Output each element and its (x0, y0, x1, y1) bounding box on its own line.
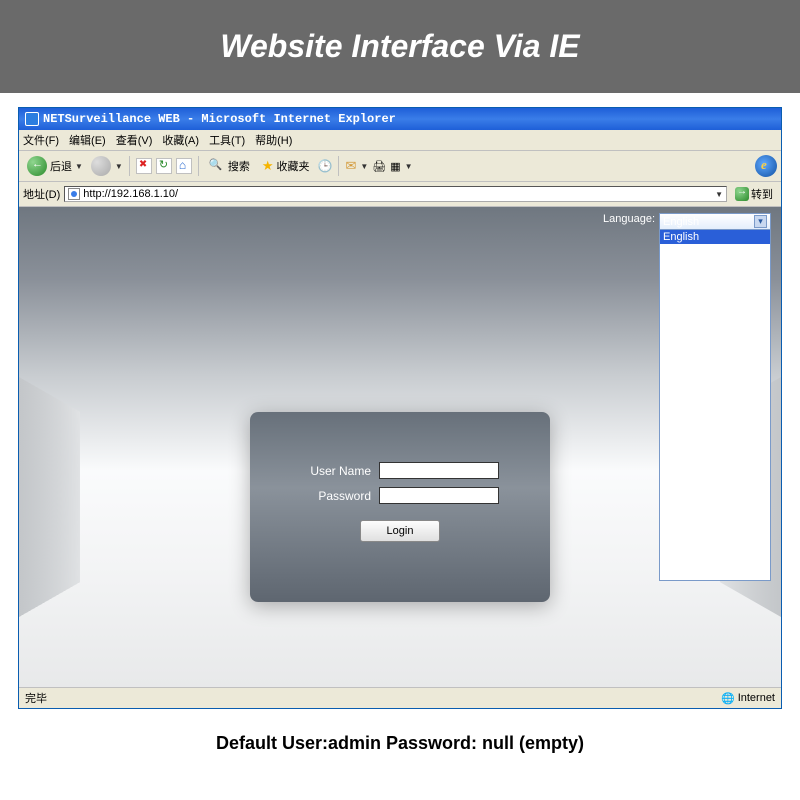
language-option[interactable]: العربية (660, 538, 770, 552)
chevron-down-icon: ▼ (75, 162, 83, 171)
language-option[interactable]: 简体中文 (660, 328, 770, 342)
footer-caption: Default User:admin Password: null (empty… (0, 733, 800, 754)
separator (129, 156, 130, 176)
mail-button[interactable] (345, 157, 356, 175)
language-label: Language: (603, 213, 655, 225)
go-arrow-icon (735, 187, 749, 201)
language-option[interactable]: PORTUGUÊ (660, 300, 770, 314)
menu-bar: 文件(F) 编辑(E) 查看(V) 收藏(A) 工具(T) 帮助(H) (19, 130, 781, 151)
language-option[interactable]: English (660, 230, 770, 244)
language-option[interactable]: ESPAÑOL (660, 342, 770, 356)
language-option[interactable]: TüRKİYE (660, 398, 770, 412)
stop-button[interactable] (136, 158, 152, 174)
search-icon (209, 158, 225, 174)
language-option[interactable]: Italian (660, 272, 770, 286)
chevron-down-icon[interactable]: ▾ (754, 215, 767, 228)
search-button[interactable]: 搜索 (205, 156, 254, 176)
password-input[interactable] (379, 487, 499, 504)
search-label: 搜索 (228, 158, 250, 174)
password-label: Password (301, 489, 371, 503)
page-banner: Website Interface Via IE (0, 0, 800, 93)
login-button[interactable]: Login (360, 520, 440, 542)
language-option[interactable]: čeština (660, 566, 770, 580)
language-option[interactable]: Română (660, 412, 770, 426)
language-option[interactable]: РУССКИЙ (660, 314, 770, 328)
window-title: NETSurveillance WEB - Microsoft Internet… (43, 112, 396, 126)
page-icon (68, 188, 80, 200)
ie-logo-icon (755, 155, 777, 177)
language-option[interactable]: Poland (660, 384, 770, 398)
go-label: 转到 (751, 186, 773, 202)
menu-file[interactable]: 文件(F) (23, 132, 59, 148)
separator (338, 156, 339, 176)
language-selector: Language: English ▾ EnglishFrancaisHugar… (603, 213, 771, 581)
language-option[interactable]: SUOMI (660, 426, 770, 440)
background-wall-left (19, 377, 80, 617)
address-url: http://192.168.1.10/ (83, 188, 178, 200)
language-option[interactable]: ไทย (660, 468, 770, 482)
language-option[interactable]: 繁體中文 (660, 356, 770, 370)
language-dropdown-head[interactable]: English ▾ (660, 214, 770, 229)
favorites-button[interactable]: 收藏夹 (258, 156, 314, 176)
window-titlebar[interactable]: NETSurveillance WEB - Microsoft Internet… (19, 108, 781, 130)
menu-edit[interactable]: 编辑(E) (69, 132, 106, 148)
separator (198, 156, 199, 176)
go-button[interactable]: 转到 (731, 185, 777, 203)
username-label: User Name (301, 464, 371, 478)
username-input[interactable] (379, 462, 499, 479)
address-bar: 地址(D) http://192.168.1.10/ ▼ 转到 (19, 182, 781, 207)
forward-button[interactable] (91, 156, 111, 176)
language-dropdown[interactable]: English ▾ EnglishFrancaisHugarianItalian… (659, 213, 771, 581)
ie-window: NETSurveillance WEB - Microsoft Internet… (18, 107, 782, 709)
language-selected: English (663, 216, 699, 228)
status-bar: 完毕 Internet (19, 687, 781, 708)
chevron-down-icon[interactable]: ▼ (405, 162, 413, 171)
language-option[interactable]: Hugarian (660, 258, 770, 272)
language-option[interactable]: Deutscher (660, 370, 770, 384)
print-button[interactable] (372, 157, 386, 175)
toolbar: 后退▼ ▼ 搜索 收藏夹 ▼ ▼ (19, 151, 781, 182)
ie-small-icon (25, 112, 39, 126)
favorites-label: 收藏夹 (277, 158, 310, 174)
address-input[interactable]: http://192.168.1.10/ ▼ (64, 186, 727, 202)
status-text: 完毕 (25, 690, 47, 706)
back-button[interactable]: 后退▼ (23, 154, 87, 178)
menu-view[interactable]: 查看(V) (116, 132, 153, 148)
page-content: Language: English ▾ EnglishFrancaisHugar… (19, 207, 781, 687)
language-option[interactable]: Francais (660, 244, 770, 258)
chevron-down-icon[interactable]: ▼ (115, 162, 123, 171)
chevron-down-icon[interactable]: ▼ (360, 162, 368, 171)
menu-tools[interactable]: 工具(T) (209, 132, 245, 148)
home-button[interactable] (176, 158, 192, 174)
language-option[interactable]: Việt (660, 496, 770, 510)
login-panel: User Name Password Login (250, 412, 550, 602)
address-label: 地址(D) (23, 186, 60, 202)
back-arrow-icon (27, 156, 47, 176)
language-option[interactable]: 한국어 (660, 440, 770, 454)
chevron-down-icon[interactable]: ▼ (715, 190, 723, 199)
menu-help[interactable]: 帮助(H) (255, 132, 292, 148)
language-option[interactable]: Português(BR) (660, 510, 770, 524)
language-option[interactable]: Българскиезик (660, 552, 770, 566)
globe-icon (721, 692, 735, 705)
language-option[interactable]: עברית (660, 524, 770, 538)
star-icon (262, 158, 274, 174)
language-option[interactable]: فارسی (660, 454, 770, 468)
history-button[interactable] (318, 157, 333, 175)
language-option[interactable]: 日本語 (660, 286, 770, 300)
language-option[interactable]: EΛΛHNIKA (660, 482, 770, 496)
back-label: 后退 (50, 158, 72, 174)
edit-button[interactable] (390, 157, 400, 175)
status-zone: Internet (738, 692, 775, 704)
refresh-button[interactable] (156, 158, 172, 174)
menu-favorites[interactable]: 收藏(A) (162, 132, 199, 148)
language-option-list: EnglishFrancaisHugarianItalian日本語PORTUGU… (660, 229, 770, 580)
